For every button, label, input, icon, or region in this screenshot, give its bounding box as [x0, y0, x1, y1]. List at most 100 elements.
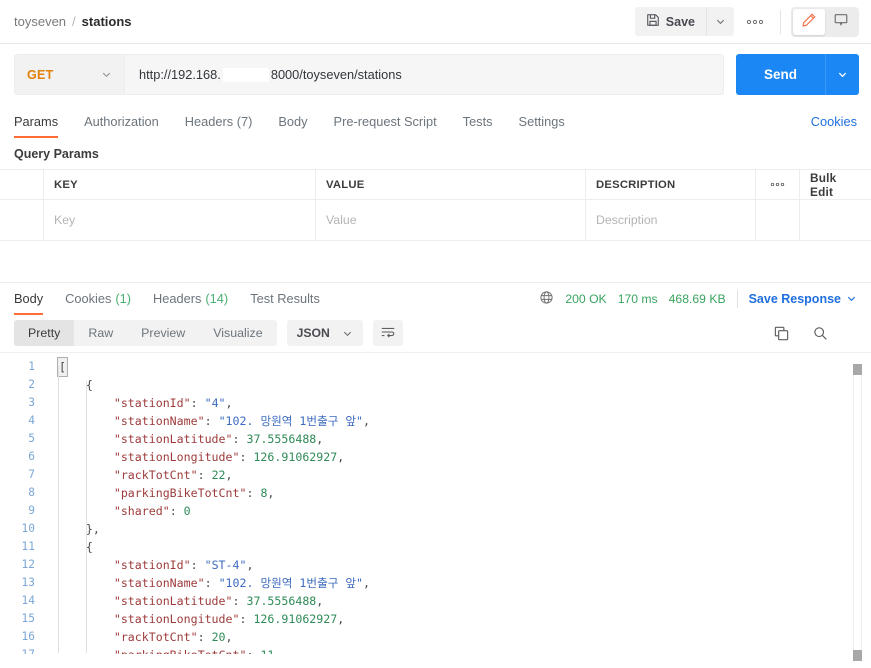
search-icon — [814, 326, 827, 340]
cookies-link[interactable]: Cookies — [811, 114, 857, 129]
code-token: , — [267, 486, 275, 500]
response-scrollbar-track[interactable] — [853, 365, 862, 662]
more-actions-button[interactable] — [740, 7, 770, 36]
indent-guide — [58, 366, 59, 653]
breadcrumb: toyseven / stations — [14, 14, 132, 29]
line-number: 3 — [28, 396, 35, 409]
view-mode-pretty[interactable]: Pretty — [14, 320, 75, 346]
code-line: 17 "parkingBikeTotCnt": 11, — [0, 646, 871, 654]
tab-params-label: Params — [14, 114, 59, 129]
code-token: { — [58, 378, 93, 392]
code-token: "4" — [204, 396, 226, 410]
search-button[interactable] — [812, 325, 829, 342]
code-line: 1[ — [0, 357, 871, 377]
line-content: "stationLatitude": 37.5556488, — [46, 592, 323, 610]
line-number: 14 — [21, 594, 35, 607]
response-scrollbar-end-marker[interactable] — [853, 650, 862, 661]
response-tab-body-label: Body — [14, 291, 44, 306]
code-token: "stationName" — [58, 414, 205, 428]
http-method-select[interactable]: GET — [14, 54, 124, 95]
param-description-input[interactable]: Description — [586, 200, 756, 240]
response-tab-headers-label: Headers — [153, 291, 202, 306]
line-number: 6 — [28, 450, 35, 463]
tab-settings[interactable]: Settings — [506, 105, 578, 138]
code-token: , — [225, 468, 233, 482]
code-token: : — [204, 414, 219, 428]
tab-pre-request-script[interactable]: Pre-request Script — [321, 105, 450, 138]
code-line: 12 "stationId": "ST-4", — [0, 556, 871, 574]
code-token: 37.5556488 — [246, 594, 317, 608]
header-actions: Save — [634, 6, 859, 37]
view-mode-segmented-control: Pretty Raw Preview Visualize — [14, 320, 277, 346]
code-token: "stationLatitude" — [58, 432, 233, 446]
code-token: : — [197, 630, 212, 644]
view-mode-raw[interactable]: Raw — [74, 320, 127, 346]
code-token: , — [337, 612, 345, 626]
globe-icon — [539, 290, 554, 308]
floppy-disk-icon — [646, 13, 660, 30]
code-token: , — [316, 594, 324, 608]
response-format-select[interactable]: JSON — [286, 320, 363, 346]
save-options-caret[interactable] — [706, 7, 734, 36]
tab-tests-label: Tests — [462, 114, 493, 129]
breadcrumb-request-name[interactable]: stations — [82, 14, 132, 29]
line-content: "shared": 0 — [46, 502, 191, 520]
line-content: }, — [46, 520, 100, 538]
code-token: : — [197, 468, 212, 482]
line-number: 9 — [28, 504, 35, 517]
response-meta: 200 OK 170 ms 468.69 KB Save Response — [539, 289, 857, 308]
wrap-lines-button[interactable] — [372, 320, 403, 346]
bulk-edit-button[interactable]: Bulk Edit — [810, 171, 861, 199]
code-token: "stationId" — [58, 396, 191, 410]
line-content: "stationLongitude": 126.91062927, — [46, 448, 344, 466]
comment-mode-button[interactable] — [825, 9, 857, 35]
param-value-input[interactable]: Value — [316, 200, 586, 240]
line-number: 13 — [21, 576, 35, 589]
url-input[interactable]: http://192.168. 8000/toyseven/stations — [124, 54, 724, 95]
row-filler-cell — [800, 200, 871, 240]
breadcrumb-collection[interactable]: toyseven — [14, 14, 66, 29]
response-body-viewer[interactable]: 1[2 {3 "stationId": "4", 4 "stationName":… — [0, 352, 871, 654]
code-token: : — [169, 504, 184, 518]
response-tab-cookies[interactable]: Cookies (1) — [54, 283, 142, 315]
line-number: 11 — [21, 540, 35, 553]
chevron-down-icon — [716, 19, 725, 25]
send-options-caret[interactable] — [825, 54, 859, 95]
table-more-options-button[interactable] — [756, 170, 800, 199]
response-scrollbar-thumb[interactable] — [853, 364, 862, 375]
tab-headers[interactable]: Headers (7) — [172, 105, 266, 138]
line-number: 17 — [0, 646, 46, 654]
tab-params[interactable]: Params — [14, 105, 71, 138]
tab-tests[interactable]: Tests — [450, 105, 506, 138]
meta-divider — [736, 289, 738, 308]
param-key-input[interactable]: Key — [44, 200, 316, 240]
edit-mode-button[interactable] — [793, 8, 825, 35]
response-tab-body[interactable]: Body — [14, 283, 54, 315]
tab-authorization[interactable]: Authorization — [71, 105, 172, 138]
line-number: 2 — [28, 378, 35, 391]
save-response-button[interactable]: Save Response — [749, 292, 857, 306]
tab-body[interactable]: Body — [265, 105, 320, 138]
save-button-group: Save — [634, 7, 734, 36]
response-tab-test-results[interactable]: Test Results — [239, 283, 331, 315]
line-content: [ — [46, 357, 68, 377]
code-token: "rackTotCnt" — [58, 630, 198, 644]
code-token: "102. 망원역 1번출구 앞" — [218, 414, 364, 428]
table-header-row: KEY VALUE DESCRIPTION Bulk Edit — [0, 170, 871, 200]
code-token: : — [246, 486, 261, 500]
code-line: 9 "shared": 0 — [0, 502, 871, 520]
select-all-cell[interactable] — [0, 170, 44, 199]
view-mode-visualize[interactable]: Visualize — [199, 320, 276, 346]
row-checkbox-cell[interactable] — [0, 200, 44, 240]
view-mode-preview[interactable]: Preview — [127, 320, 199, 346]
query-params-title: Query Params — [14, 147, 99, 161]
code-token: , — [316, 432, 324, 446]
save-button[interactable]: Save — [634, 7, 706, 36]
send-button[interactable]: Send — [735, 54, 825, 95]
line-content: "stationLongitude": 126.91062927, — [46, 610, 344, 628]
code-token: "stationLatitude" — [58, 594, 233, 608]
code-token: "102. 망원역 1번출구 앞" — [218, 576, 364, 590]
response-tab-headers[interactable]: Headers (14) — [142, 283, 239, 315]
pencil-icon — [801, 12, 817, 31]
copy-button[interactable] — [773, 325, 790, 342]
